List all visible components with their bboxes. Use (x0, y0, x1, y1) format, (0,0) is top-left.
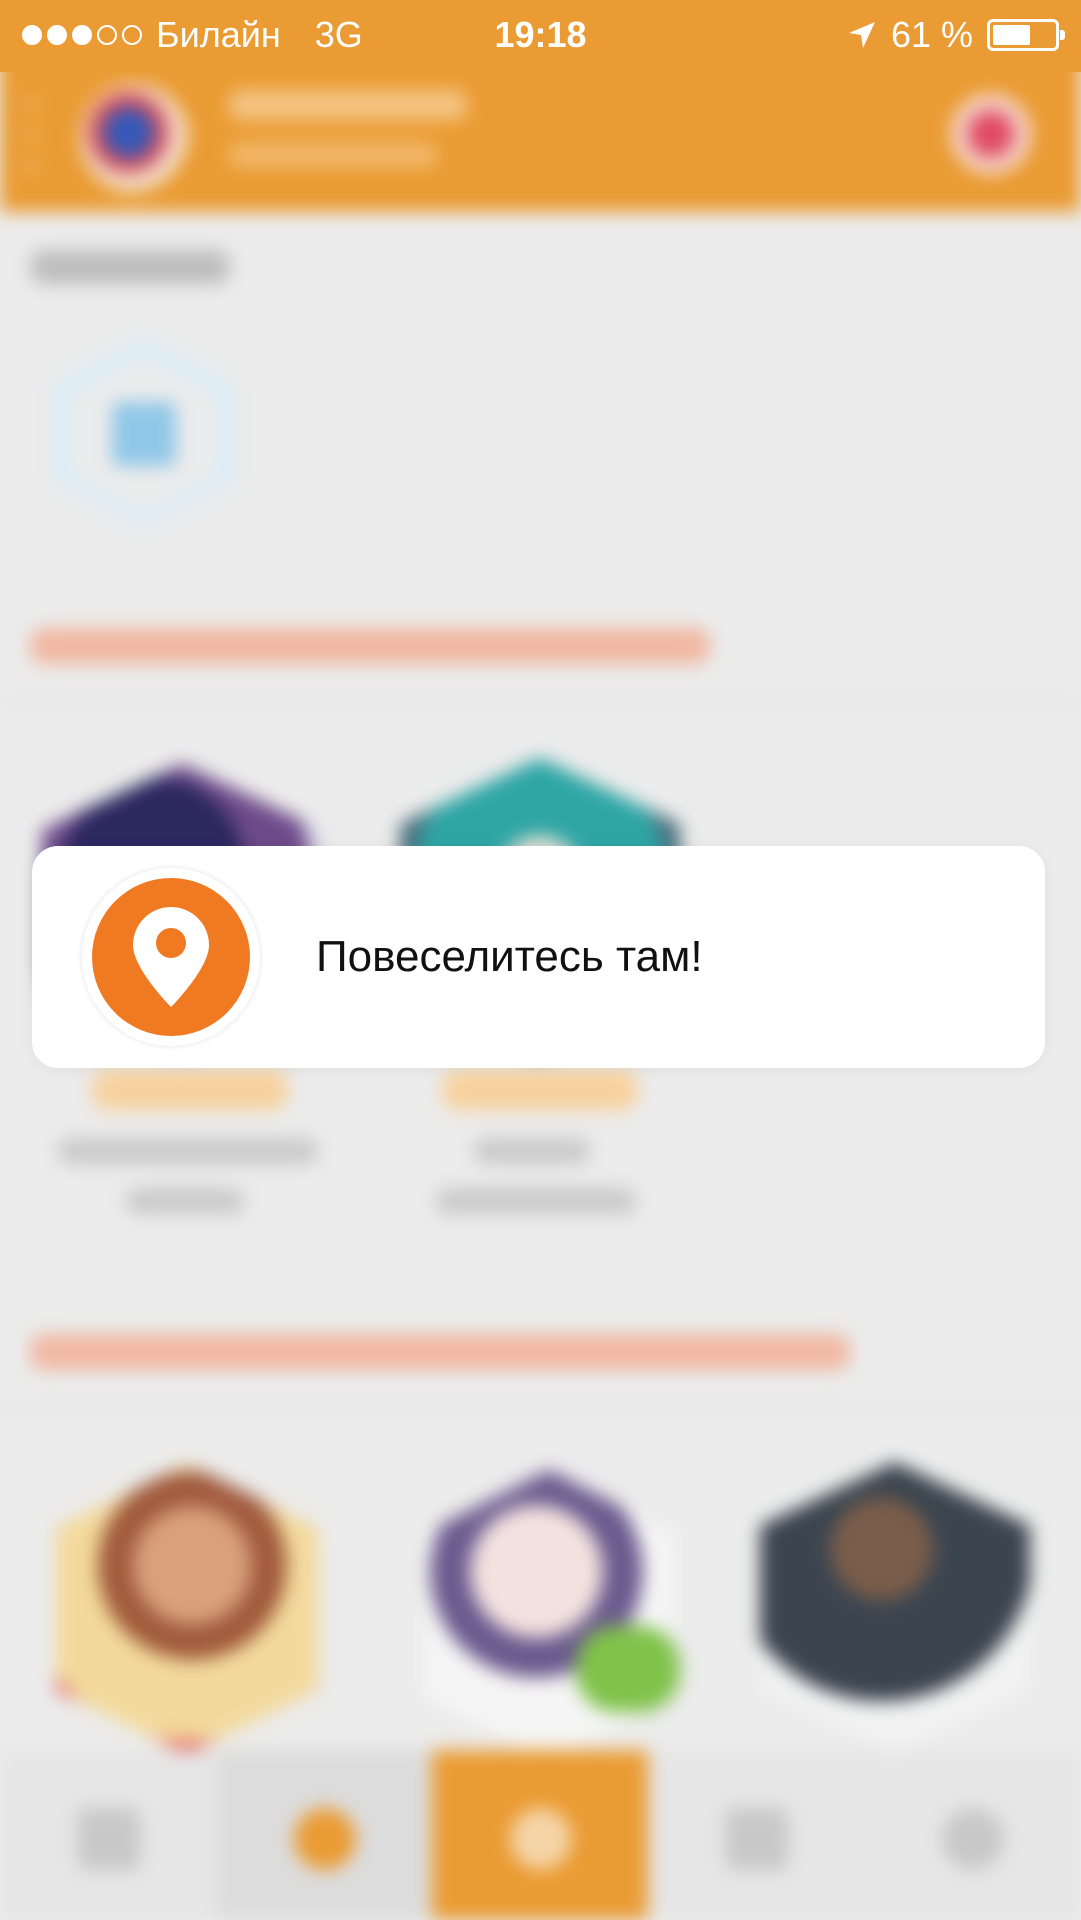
person-name-blurred (442, 1070, 638, 1110)
tab-circle[interactable] (216, 1750, 432, 1920)
divider (0, 1406, 1081, 1410)
profile-name-blurred (228, 90, 468, 120)
radar-icon (510, 1808, 572, 1870)
person-location-blurred (126, 1188, 244, 1214)
battery-percent: 61 % (890, 14, 973, 55)
divider (0, 700, 1081, 704)
person-photo[interactable] (760, 1462, 1030, 1752)
person-photo[interactable] (56, 1464, 318, 1754)
compose-icon (112, 402, 176, 466)
person-name-blurred (92, 1070, 288, 1110)
toast-icon-ring (82, 868, 260, 1046)
profile-icon (942, 1808, 1004, 1870)
menu-icon[interactable] (26, 100, 36, 170)
tab-profile[interactable] (864, 1750, 1080, 1920)
person-photo[interactable] (424, 1470, 674, 1760)
person-location-blurred (58, 1138, 318, 1164)
section-label-blurred (30, 250, 230, 284)
toast-notification[interactable]: Повеселитесь там! (32, 846, 1045, 1068)
status-bar: Билайн 3G 19:18 61 % (0, 0, 1081, 72)
tab-grid[interactable] (0, 1750, 216, 1920)
tab-people[interactable] (648, 1750, 864, 1920)
avatar[interactable] (80, 84, 188, 192)
people-icon (726, 1808, 788, 1870)
location-arrow-icon (848, 22, 875, 48)
person-location-blurred (436, 1188, 636, 1214)
section-heading-nearby-blurred (30, 628, 710, 664)
toast-message: Повеселитесь там! (316, 932, 703, 981)
tab-bar (0, 1750, 1081, 1920)
grid-icon (78, 1808, 140, 1870)
profile-subtitle-blurred (228, 142, 438, 168)
person-location-blurred (474, 1138, 590, 1164)
map-pin-icon (92, 878, 250, 1036)
battery-icon (987, 19, 1065, 51)
section-heading-walking-blurred (30, 1334, 850, 1370)
notification-icon[interactable] (951, 94, 1031, 174)
circle-icon (294, 1808, 356, 1870)
tree-badge-icon (576, 1626, 680, 1712)
tab-radar[interactable] (432, 1750, 648, 1920)
